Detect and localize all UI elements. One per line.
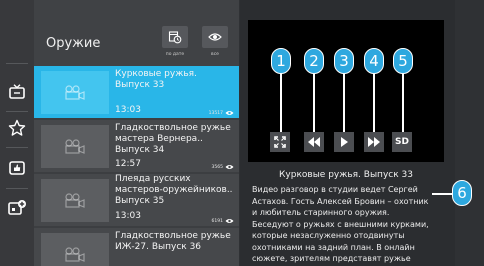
fast-forward-icon [368, 137, 380, 147]
calendar-clock-icon [162, 26, 188, 48]
video-thumbnail [41, 125, 109, 168]
star-icon[interactable] [7, 118, 27, 138]
video-camera-icon [65, 192, 85, 208]
item-time: 13:03 [115, 105, 141, 115]
list-item[interactable]: Гладкоствольное ружье мастера Вернера.. … [34, 120, 239, 172]
view-count-value: 6191 [211, 218, 223, 224]
app-screen: Оружие по дате все Курковые ружья. Выпус… [0, 0, 484, 266]
tv-icon[interactable] [7, 82, 27, 102]
list-item[interactable]: Гладкоствольное ружье ИЖ-27. Выпуск 36 [34, 228, 239, 266]
item-title: Курковые ружья. Выпуск 33 [115, 69, 197, 90]
list-header: Оружие по дате все [34, 0, 239, 66]
nav-divider [6, 63, 28, 64]
callout-badge: 5 [393, 48, 413, 74]
category-title: Оружие [46, 36, 101, 51]
item-title: Гладкоствольное ружье мастера Вернера.. … [115, 123, 231, 155]
eye-icon [225, 219, 234, 223]
video-camera-icon [65, 84, 85, 100]
callout-line [402, 72, 404, 132]
view-count: 3565 [212, 164, 234, 170]
nav-divider [6, 111, 28, 112]
fast-forward-button[interactable] [364, 132, 384, 152]
eye-icon [202, 26, 228, 48]
video-thumbnail [41, 233, 109, 266]
nav-divider [6, 188, 28, 189]
callout-line [373, 72, 375, 132]
callout-line [343, 72, 345, 132]
view-count: 6191 [212, 218, 234, 224]
video-description: Видео разговор в студии ведет Сергей Аст… [252, 185, 429, 266]
item-title: Гладкоствольное ружье ИЖ-27. Выпуск 36 [115, 231, 231, 252]
eye-icon [225, 111, 234, 115]
fullscreen-icon [274, 136, 286, 148]
item-title: Плеяда русских мастеров-оружейников.. Вы… [115, 174, 233, 206]
rewind-button[interactable] [304, 132, 324, 152]
callout-badge: 4 [364, 48, 384, 74]
callout-line [432, 193, 454, 195]
item-time: 13:03 [115, 211, 141, 221]
list-item[interactable]: Курковые ружья. Выпуск 33 13:03 13517 [34, 66, 239, 118]
sort-by-date-label: по дате [165, 52, 185, 57]
callout-badge: 3 [334, 48, 354, 74]
play-icon [341, 137, 348, 147]
view-count-value: 13517 [208, 110, 223, 116]
play-button[interactable] [334, 132, 354, 152]
list-item[interactable]: Плеяда русских мастеров-оружейников.. Вы… [34, 174, 239, 226]
nav-divider [6, 147, 28, 148]
callout-line [313, 72, 315, 132]
item-time: 12:57 [115, 159, 141, 169]
video-camera-icon [65, 246, 85, 262]
sort-by-date-button[interactable]: по дате [156, 26, 194, 64]
fullscreen-button[interactable] [270, 132, 290, 152]
detail-title: Курковые ружья. Выпуск 33 [279, 170, 413, 180]
view-count: 13517 [209, 110, 234, 116]
sort-all-label: все [211, 52, 219, 57]
rewind-icon [308, 137, 320, 147]
view-count-value: 3565 [211, 164, 223, 170]
callout-badge: 1 [271, 48, 291, 74]
callout-badge: 2 [304, 48, 324, 74]
sort-all-button[interactable]: все [196, 26, 234, 64]
sd-quality-button[interactable]: SD [392, 132, 412, 152]
eye-icon [225, 165, 234, 169]
callout-line [280, 72, 282, 132]
thumbs-up-icon[interactable] [7, 158, 27, 178]
video-thumbnail [41, 71, 109, 114]
video-thumbnail [41, 179, 109, 222]
video-camera-icon [65, 138, 85, 154]
nav-rail [0, 0, 34, 266]
callout-badge: 6 [452, 180, 472, 206]
add-channel-icon[interactable] [7, 198, 27, 218]
